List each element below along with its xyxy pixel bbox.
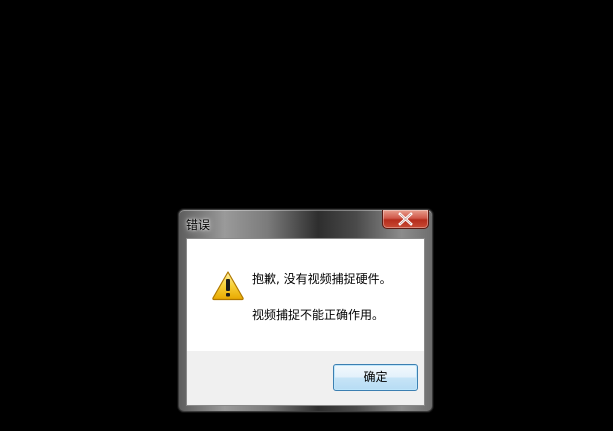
error-dialog: 错误 抱歉, 没有视频捕捉硬件。 视频捕捉不能正确作用。 确定 [178, 209, 433, 412]
close-button[interactable] [382, 210, 429, 229]
ok-button[interactable]: 确定 [333, 364, 418, 391]
dialog-button-bar: 确定 [187, 351, 424, 405]
error-message-line-2: 视频捕捉不能正确作用。 [252, 308, 385, 322]
desktop-background: 错误 抱歉, 没有视频捕捉硬件。 视频捕捉不能正确作用。 确定 [0, 0, 613, 431]
error-message-line-1: 抱歉, 没有视频捕捉硬件。 [252, 272, 392, 286]
dialog-title: 错误 [186, 218, 211, 232]
close-icon [398, 212, 413, 226]
warning-icon [212, 271, 244, 301]
dialog-titlebar[interactable]: 错误 [179, 210, 432, 237]
dialog-client-area: 抱歉, 没有视频捕捉硬件。 视频捕捉不能正确作用。 确定 [186, 238, 425, 406]
